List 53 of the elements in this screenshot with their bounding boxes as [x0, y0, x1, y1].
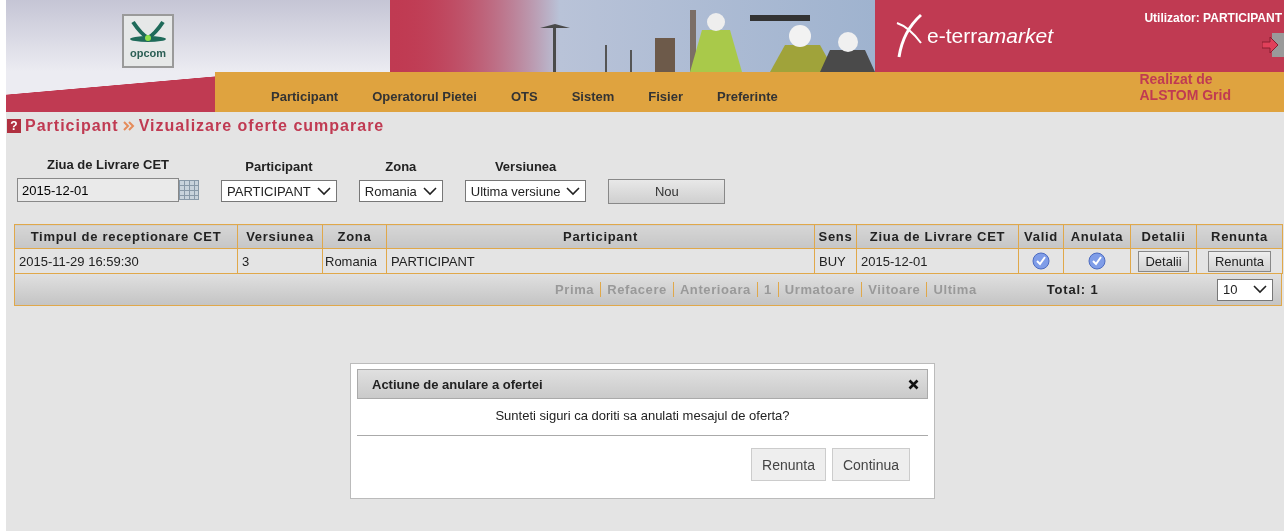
- breadcrumb-item: Vizualizare oferte cumparare: [138, 117, 385, 135]
- column-header: Sens: [814, 224, 857, 249]
- column-header: Versiunea: [237, 224, 323, 249]
- page-size-dropdown[interactable]: 10: [1217, 278, 1273, 301]
- chevron-down-icon: [1253, 285, 1267, 294]
- exit-icon[interactable]: [1262, 33, 1284, 57]
- date-field[interactable]: 2015-12-01: [17, 178, 179, 202]
- details-button[interactable]: Detalii: [1138, 250, 1189, 272]
- column-header: Zona: [322, 224, 387, 249]
- nav-menu-item[interactable]: Operatorul Pietei: [355, 89, 494, 105]
- user-label: Utilizator: PARTICIPANT: [1144, 11, 1283, 25]
- calendar-icon[interactable]: [179, 180, 199, 200]
- table-cell: 3: [237, 248, 323, 274]
- column-header: Renunta: [1196, 224, 1283, 249]
- dialog-message: Sunteti siguri ca doriti sa anulati mesajul de oferta?: [357, 399, 928, 436]
- column-header: Valid: [1018, 224, 1064, 249]
- table-cell: 2015-11-29 16:59:30: [14, 248, 238, 274]
- table-cell: 2015-12-01: [856, 248, 1019, 274]
- nav-menu-item[interactable]: Sistem: [554, 89, 632, 105]
- credit-text: Realizat de ALSTOM Grid: [1139, 71, 1231, 105]
- chevron-down-icon: [566, 186, 581, 196]
- column-header: Detalii: [1130, 224, 1197, 249]
- nav-menu-item[interactable]: Preferinte: [700, 89, 795, 105]
- column-header: Ziua de Livrare CET: [856, 224, 1019, 249]
- field-label: Versiunea: [494, 159, 557, 174]
- nav-menu-item[interactable]: Participant: [215, 89, 356, 105]
- table-cell: PARTICIPANT: [386, 248, 815, 274]
- dropdown[interactable]: Ultima versiune: [464, 180, 587, 202]
- close-icon[interactable]: [908, 378, 919, 390]
- swoosh-icon: [895, 13, 925, 59]
- field-label: Zona: [385, 159, 417, 174]
- dialog-title: Actiune de anulare a ofertei: [372, 376, 543, 392]
- new-button[interactable]: Nou: [608, 179, 726, 204]
- nav-menu-item[interactable]: OTS: [493, 89, 555, 105]
- dropdown[interactable]: PARTICIPANT: [221, 180, 337, 202]
- cancel-button[interactable]: Renunta: [1207, 250, 1272, 272]
- chevron-down-icon: [422, 186, 437, 196]
- field-label: Ziua de Livrare CET: [46, 157, 170, 172]
- field-label: Participant: [245, 159, 313, 174]
- help-icon[interactable]: ?: [7, 119, 21, 133]
- brand-logo-text: e-terramarket: [927, 24, 1054, 48]
- column-header: Anulata: [1063, 224, 1131, 249]
- chevron-down-icon: [316, 186, 331, 196]
- dialog-button[interactable]: Renunta: [751, 448, 826, 481]
- dialog-button[interactable]: Continua: [831, 448, 910, 481]
- column-header: Participant: [386, 224, 815, 249]
- nav-menu-item[interactable]: Fisier: [631, 89, 700, 105]
- total-count: Total: 1: [1046, 282, 1099, 297]
- dropdown[interactable]: Romania: [358, 180, 443, 202]
- breadcrumb-item[interactable]: Participant: [25, 117, 119, 135]
- column-header: Timpul de receptionare CET: [14, 224, 238, 249]
- logo-text: opcom: [129, 47, 167, 59]
- chevron-icon: [122, 121, 135, 131]
